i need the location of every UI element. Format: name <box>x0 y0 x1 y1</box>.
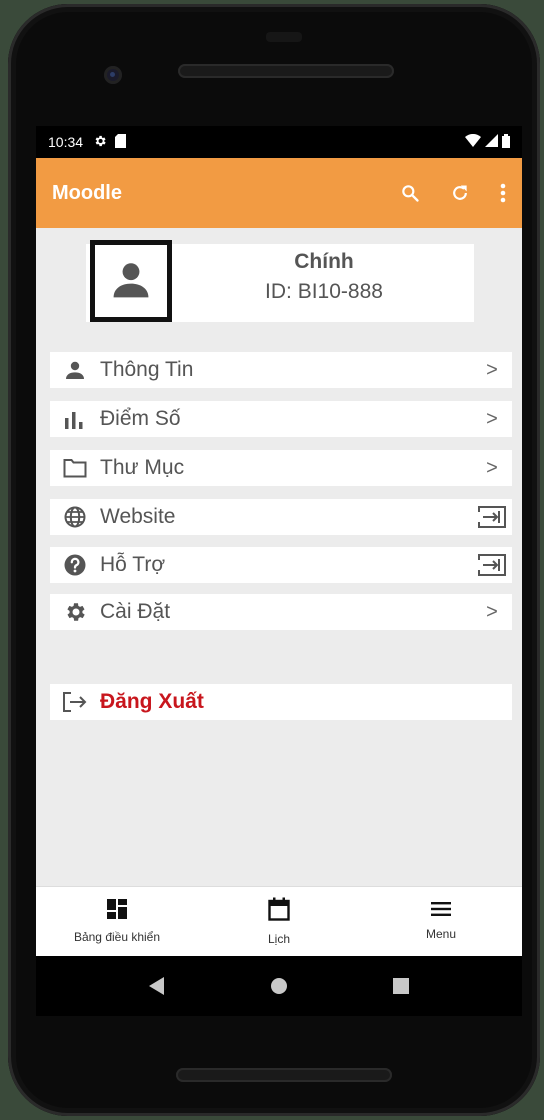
front-camera <box>104 66 122 84</box>
avatar[interactable] <box>90 240 172 322</box>
battery-icon <box>502 133 510 151</box>
more-vert-icon[interactable] <box>500 183 506 203</box>
menu-item-label: Thư Mục <box>100 456 185 479</box>
search-icon[interactable] <box>400 183 420 203</box>
chevron-right-icon: > <box>486 600 498 623</box>
app-title: Moodle <box>52 181 122 204</box>
earpiece-speaker <box>178 64 394 78</box>
app-bar-actions <box>400 183 506 203</box>
menu-item-label: Điểm Số <box>100 407 181 430</box>
menu-icon <box>431 902 451 921</box>
globe-icon <box>50 505 100 529</box>
person-icon <box>109 257 153 306</box>
menu-item-thong-tin[interactable]: Thông Tin > <box>50 352 512 388</box>
menu-item-label: Website <box>100 505 176 528</box>
menu-item-diem-so[interactable]: Điểm Số > <box>50 401 512 437</box>
bar-chart-icon <box>50 409 100 429</box>
profile-card[interactable]: Chính ID: BI10-888 <box>86 240 474 322</box>
open-external-icon <box>472 505 512 529</box>
sim-card-icon <box>115 133 127 151</box>
menu-item-website[interactable]: Website <box>50 499 512 535</box>
nav-item-dashboard[interactable]: Bảng điều khiển <box>36 887 198 956</box>
person-icon <box>50 358 100 382</box>
status-time: 10:34 <box>48 134 84 150</box>
menu-item-ho-tro[interactable]: Hỗ Trợ <box>50 547 512 583</box>
app-bar: Moodle <box>36 158 522 228</box>
open-external-icon <box>472 553 512 577</box>
wifi-icon <box>465 133 481 150</box>
nav-item-menu[interactable]: Menu <box>360 887 522 956</box>
help-icon <box>50 553 100 577</box>
profile-name: Chính <box>294 250 354 273</box>
sensor-notch <box>266 32 302 42</box>
settings-icon <box>50 600 100 624</box>
nav-item-calendar[interactable]: Lịch <box>198 887 360 956</box>
app-screen: 10:34 Moodle Chính ID: BI10-888 Thông Ti… <box>36 126 522 956</box>
nav-label: Bảng điều khiển <box>73 930 161 944</box>
chevron-right-icon: > <box>486 407 498 430</box>
bottom-nav: Bảng điều khiển Lịch Menu <box>36 886 522 956</box>
menu-item-thu-muc[interactable]: Thư Mục > <box>50 450 512 486</box>
chevron-right-icon: > <box>486 358 498 381</box>
nav-label: Menu <box>425 927 457 941</box>
chevron-right-icon: > <box>486 456 498 479</box>
profile-id: ID: BI10-888 <box>265 280 383 303</box>
signal-icon <box>485 134 498 150</box>
system-nav-bar <box>36 956 522 1016</box>
bottom-speaker <box>176 1068 392 1082</box>
dashboard-icon <box>107 899 127 924</box>
menu-item-cai-dat[interactable]: Cài Đặt > <box>50 594 512 630</box>
nav-label: Lịch <box>267 932 290 946</box>
gear-icon <box>93 134 107 151</box>
menu-item-label: Thông Tin <box>100 358 194 381</box>
refresh-icon[interactable] <box>450 183 470 203</box>
menu-item-label: Cài Đặt <box>100 600 171 623</box>
logout-button[interactable]: Đăng Xuất <box>50 684 512 720</box>
recents-icon[interactable] <box>381 966 421 1006</box>
logout-icon <box>50 691 100 713</box>
menu-item-label: Hỗ Trợ <box>100 553 166 576</box>
status-right-icons <box>465 133 510 151</box>
logout-label: Đăng Xuất <box>100 690 204 713</box>
folder-icon <box>50 458 100 478</box>
status-bar: 10:34 <box>36 126 522 158</box>
calendar-icon <box>268 897 290 926</box>
home-icon[interactable] <box>259 966 299 1006</box>
back-icon[interactable] <box>137 966 177 1006</box>
